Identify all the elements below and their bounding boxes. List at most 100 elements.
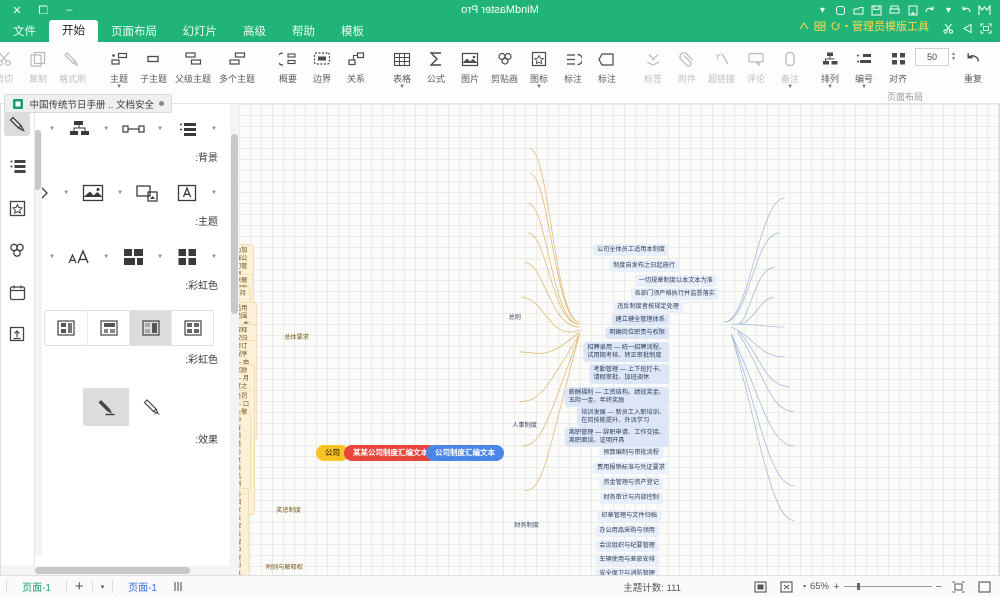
rainbow-option-3[interactable] bbox=[129, 311, 172, 345]
zoom-out-button[interactable]: − bbox=[936, 581, 942, 593]
mindmap-node[interactable]: 一切规章制度以本文本为准 bbox=[634, 275, 717, 287]
chevron-down-icon[interactable]: ▼ bbox=[100, 126, 112, 132]
root-node-red[interactable]: 某某公司制度汇编文本 bbox=[344, 445, 437, 461]
fit-to-screen-icon[interactable] bbox=[980, 23, 992, 34]
mindmap-node[interactable]: 各部门须严格执行并监督落实 bbox=[630, 288, 719, 300]
chevron-down-icon[interactable]: ▼ bbox=[154, 126, 166, 132]
zoom-to-fit-icon[interactable] bbox=[777, 579, 795, 595]
panel-vertical-scrollbar[interactable] bbox=[35, 130, 42, 556]
tab-page-layout[interactable]: 页面布局 bbox=[98, 22, 170, 42]
fullscreen-view-icon[interactable] bbox=[976, 579, 994, 595]
mindmap-node[interactable]: 违反制度者按规定处理 bbox=[613, 301, 683, 313]
branch-label-left-2[interactable]: 人事制度 bbox=[508, 420, 541, 432]
insert-multi-topic-button[interactable]: 多个主题 bbox=[215, 45, 259, 85]
chevron-down-icon[interactable]: ▼ bbox=[100, 254, 112, 260]
panel-horizontal-scrollbar[interactable] bbox=[1, 566, 230, 575]
branch-label-left-3[interactable]: 财务制度 bbox=[510, 520, 543, 532]
chevron-down-icon[interactable]: ▼ bbox=[154, 254, 166, 260]
insert-tag-button[interactable]: 标签 bbox=[636, 45, 670, 85]
grid-style-button[interactable] bbox=[168, 242, 206, 272]
rail-calendar-icon[interactable] bbox=[5, 280, 31, 304]
mindmap-node[interactable]: 资金管理与资产登记 bbox=[599, 477, 663, 489]
canvas-vscroll-thumb[interactable] bbox=[231, 134, 238, 314]
page-list-icon[interactable] bbox=[172, 581, 183, 592]
presentation-play-icon[interactable] bbox=[961, 23, 973, 34]
branch-label-right-1[interactable]: 总体要求 bbox=[280, 332, 313, 344]
chevron-down-icon[interactable]: ▼ bbox=[208, 254, 220, 260]
insert-icon-button[interactable]: 图标 ▼ bbox=[522, 45, 556, 90]
add-page-button[interactable]: + bbox=[75, 578, 84, 595]
chevron-down-icon[interactable]: ▼ bbox=[60, 190, 72, 196]
mindmap-node[interactable]: 安全保卫与消防管理 bbox=[595, 568, 659, 575]
redo-icon[interactable] bbox=[959, 3, 974, 18]
mindmap-node[interactable]: 会议组织与纪要管理 bbox=[595, 540, 659, 552]
mindmap-node[interactable]: 预算编制与审批流程 bbox=[599, 447, 663, 459]
watermark-button[interactable] bbox=[128, 178, 166, 208]
chevron-down-icon[interactable]: ▼ bbox=[208, 190, 220, 196]
mindmap-node[interactable]: 财务审计与内部控制 bbox=[599, 492, 663, 504]
mindmap-canvas[interactable]: 公司 某某公司制度汇编文本 公司制度汇编文本 总则 人事制度 财务制度 行政管理… bbox=[230, 104, 1000, 575]
minimize-button[interactable]: – bbox=[56, 0, 82, 20]
qat-customize-icon[interactable]: ▾ bbox=[815, 3, 830, 18]
format-painter-button[interactable]: 格式刷 bbox=[55, 45, 90, 85]
new-file-icon[interactable] bbox=[905, 3, 920, 18]
effect-hand-drawn[interactable] bbox=[130, 388, 176, 426]
tab-home[interactable]: 开始 bbox=[49, 20, 98, 42]
arrange-button[interactable]: 排列 ▼ bbox=[813, 45, 847, 90]
cut-tool-icon[interactable] bbox=[942, 23, 954, 34]
page-tab-1[interactable]: 页面-1 bbox=[15, 578, 58, 595]
mindmap-node[interactable]: 招聘录用 — 统一招聘流程、 试用期考核、转正审批制度 bbox=[583, 342, 669, 362]
effect-solid[interactable] bbox=[83, 388, 130, 426]
panel-vscroll-thumb[interactable] bbox=[35, 130, 41, 190]
insert-todo-button[interactable]: 标注 bbox=[590, 45, 624, 85]
chevron-down-icon[interactable]: ▾ bbox=[803, 583, 806, 590]
insert-clipart-button[interactable]: 剪贴画 bbox=[487, 45, 522, 85]
zoom-slider-thumb[interactable] bbox=[856, 583, 860, 590]
cut-button[interactable]: 剪切 bbox=[0, 45, 21, 85]
printer-icon[interactable] bbox=[887, 3, 902, 18]
tab-advanced[interactable]: 高级 bbox=[231, 22, 280, 42]
insert-parent-topic-button[interactable]: 父级主题 bbox=[171, 45, 215, 85]
tab-file[interactable]: 文件 bbox=[0, 22, 49, 42]
insert-topic-button[interactable]: 主题 ▼ bbox=[102, 45, 136, 90]
mindmap-node[interactable]: 车辆使用与差旅安排 bbox=[595, 554, 659, 566]
redo-dropdown-icon[interactable]: ▾ bbox=[941, 3, 956, 18]
zoom-control[interactable]: − + 65% ▾ bbox=[803, 581, 942, 593]
insert-table-button[interactable]: 表格 ▼ bbox=[385, 45, 419, 90]
undo-icon[interactable] bbox=[923, 3, 938, 18]
rail-outline-icon[interactable] bbox=[5, 154, 31, 178]
branch-label-right-2[interactable]: 奖惩制度 bbox=[272, 505, 305, 517]
chevron-down-icon[interactable]: ▼ bbox=[116, 84, 122, 90]
page-tab-current[interactable]: 页面-1 bbox=[121, 578, 164, 595]
document-tools-chip[interactable]: 管理员模版工具 ▾ bbox=[792, 18, 935, 38]
rail-style-icon[interactable] bbox=[4, 112, 31, 136]
focus-mode-icon[interactable] bbox=[751, 579, 769, 595]
tab-help[interactable]: 帮助 bbox=[280, 22, 329, 42]
rainbow-option-1[interactable] bbox=[46, 311, 88, 345]
tab-slide[interactable]: 幻灯片 bbox=[170, 22, 231, 42]
font-style-button[interactable] bbox=[60, 242, 98, 272]
insert-comment-button[interactable]: 评论 bbox=[739, 45, 773, 85]
close-button[interactable]: ✕ bbox=[4, 0, 30, 20]
chevron-down-icon[interactable]: ▼ bbox=[114, 190, 126, 196]
mindmap-node[interactable]: 费用报销标准与凭证要求 bbox=[592, 462, 669, 474]
chevron-down-icon[interactable]: ▼ bbox=[399, 84, 405, 90]
mindmap-node[interactable]: 制度自发布之日起施行 bbox=[609, 260, 679, 272]
mindmap-node[interactable]: 培训发展 — 新员工入职培训、 在岗技能提升、外派学习 bbox=[577, 407, 669, 427]
tab-template[interactable]: 模板 bbox=[329, 22, 378, 42]
zoom-in-button[interactable]: + bbox=[833, 581, 839, 593]
insert-note-button[interactable]: 备注 ▼ bbox=[773, 45, 807, 90]
chevron-down-icon[interactable]: ▼ bbox=[46, 126, 58, 132]
mindmap-node[interactable]: 公司全体员工适用本制度 bbox=[592, 244, 669, 256]
page-menu-caret[interactable]: ▾ bbox=[101, 583, 105, 591]
panel-hscroll-thumb[interactable] bbox=[35, 567, 190, 574]
rail-icon-library-icon[interactable] bbox=[5, 196, 31, 220]
rail-clipart-icon[interactable] bbox=[5, 238, 31, 262]
root-node-blue[interactable]: 公司制度汇编文本 bbox=[426, 445, 504, 461]
open-folder-icon[interactable] bbox=[851, 3, 866, 18]
mindmap-node[interactable]: 考勤管理 — 上下班打卡、 请假审批、加班调休 bbox=[589, 364, 669, 384]
maximize-button[interactable]: ❐ bbox=[30, 0, 56, 20]
mindmap-node[interactable]: 办公用品采购与领用 bbox=[595, 525, 659, 537]
mindmap-node[interactable]: 明确岗位职责与权限 bbox=[605, 327, 669, 339]
insert-attachment-button[interactable]: 附件 bbox=[670, 45, 704, 85]
